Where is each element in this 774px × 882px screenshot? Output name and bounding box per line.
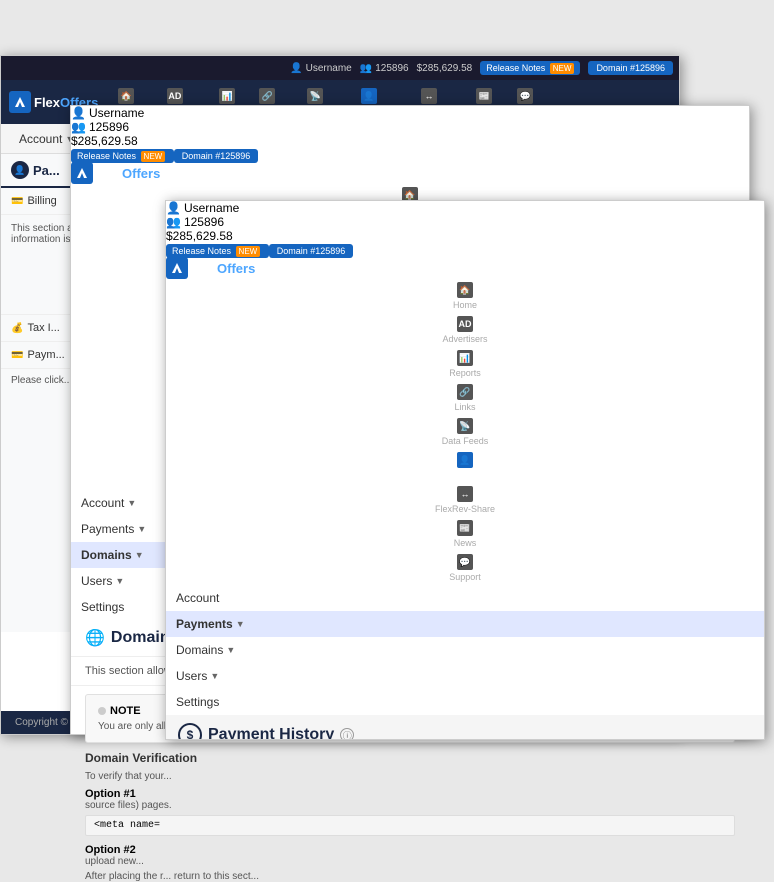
layer2-count: 👥 125896 [71, 120, 749, 134]
layer2-domain[interactable]: Domain #125896 [174, 149, 259, 163]
layer3-secnav-settings[interactable]: Settings [166, 689, 764, 715]
layer1-tax-label: Tax I... [27, 322, 59, 334]
layer2-logo: FlexOffers [71, 162, 741, 184]
layer1-domain[interactable]: Domain #125896 [588, 61, 673, 75]
account-icon: 👤 [457, 452, 473, 468]
layer3-topbar: 👤 Username 👥 125896 $285,629.58 Release … [166, 201, 764, 257]
layer3-secnav-account[interactable]: Account [166, 585, 764, 611]
news-icon: 📰 [457, 520, 473, 536]
payment-history-header: $ Payment History ⓘ [166, 715, 764, 740]
layer2-topbar: 👤 Username 👥 125896 $285,629.58 Release … [71, 106, 749, 162]
note-dot-icon [98, 707, 106, 715]
layer1-release[interactable]: Release Notes NEW [480, 61, 580, 75]
layer3-release[interactable]: Release Notes NEW [166, 244, 269, 258]
layer3-nav-flexrev[interactable]: ↔FlexRev-Share [166, 483, 764, 517]
layer3-logo-icon [166, 257, 188, 279]
layer3-logo: FlexOffers [166, 257, 756, 279]
layer3-nav-account[interactable]: 👤Account [166, 449, 764, 483]
flexrev-icon: ↔ [421, 88, 437, 104]
datafeeds-icon: 📡 [307, 88, 323, 104]
layer2-option2: Option #2 upload new... After placing th… [85, 844, 735, 882]
layer3-nav-advertisers[interactable]: ADAdvertisers [166, 313, 764, 347]
layer3-user: 👤 Username [166, 201, 764, 215]
layer3-nav-reports[interactable]: 📊Reports [166, 347, 764, 381]
layer3-domain[interactable]: Domain #125896 [269, 244, 354, 258]
layer1-username: Username [306, 63, 352, 74]
links-icon: 🔗 [457, 384, 473, 400]
links-icon: 🔗 [259, 88, 275, 104]
layer3-count: 👥 125896 [166, 215, 764, 229]
layer3-secnav-users[interactable]: Users ▼ [166, 663, 764, 689]
reports-icon: 📊 [457, 350, 473, 366]
layer2-logo-icon [71, 162, 93, 184]
layer3-secnav: Account Payments ▼ Domains ▼ Users ▼ Set… [166, 585, 764, 715]
layer1-user-info: 👤 Username [290, 63, 352, 74]
layer1-count: 👥 125896 [360, 63, 409, 74]
home-icon: 🏠 [118, 88, 134, 104]
payment-history-info-icon[interactable]: ⓘ [340, 728, 354, 740]
account-icon: 👤 [361, 88, 377, 104]
layer1-page-icon: 👤 [11, 161, 29, 179]
layer3-nav-datafeeds[interactable]: 📡Data Feeds [166, 415, 764, 449]
layer3-nav-support[interactable]: 💬Support [166, 551, 764, 585]
layer2-balance: $285,629.58 [71, 134, 749, 148]
support-icon: 💬 [517, 88, 533, 104]
layer3-nav-home[interactable]: 🏠Home [166, 279, 764, 313]
datafeeds-icon: 📡 [457, 418, 473, 434]
layer1-topbar: 👤 Username 👥 125896 $285,629.58 Release … [1, 56, 679, 80]
layer2-option1: Option #1 source files) pages. <meta nam… [85, 788, 735, 836]
layer-3-window: 👤 Username 👥 125896 $285,629.58 Release … [165, 200, 765, 740]
layer3-nav-news[interactable]: 📰News [166, 517, 764, 551]
layer1-logo-icon [9, 91, 31, 113]
layer2-verify-desc: To verify that your... [85, 771, 735, 782]
layer3-balance: $285,629.58 [166, 229, 764, 243]
layer1-page-title: Pa... [33, 163, 60, 178]
layer2-logo-text: FlexOffers [96, 166, 160, 181]
payment-history-icon: $ [178, 723, 202, 740]
layer3-secnav-payments[interactable]: Payments ▼ [166, 611, 764, 637]
layer3-nav-links[interactable]: 🔗Links [166, 381, 764, 415]
payment-history-title: Payment History [208, 726, 334, 740]
layer3-logo-text: FlexOffers [191, 261, 255, 276]
reports-icon: 📊 [219, 88, 235, 104]
news-icon: 📰 [476, 88, 492, 104]
layer1-balance: $285,629.58 [417, 63, 473, 74]
layer2-user: 👤 Username [71, 106, 749, 120]
flexrev-icon: ↔ [457, 486, 473, 502]
support-icon: 💬 [457, 554, 473, 570]
advertisers-icon: AD [457, 316, 473, 332]
layer2-release[interactable]: Release Notes NEW [71, 149, 174, 163]
layer3-navbar: FlexOffers 🏠Home ADAdvertisers 📊Reports … [166, 257, 764, 585]
layer1-payment-label: Paym... [27, 349, 64, 361]
layer3-secnav-domains[interactable]: Domains ▼ [166, 637, 764, 663]
advertisers-icon: AD [167, 88, 183, 104]
home-icon: 🏠 [457, 282, 473, 298]
layer2-domain-verify: Domain Verification To verify that your.… [85, 751, 735, 882]
